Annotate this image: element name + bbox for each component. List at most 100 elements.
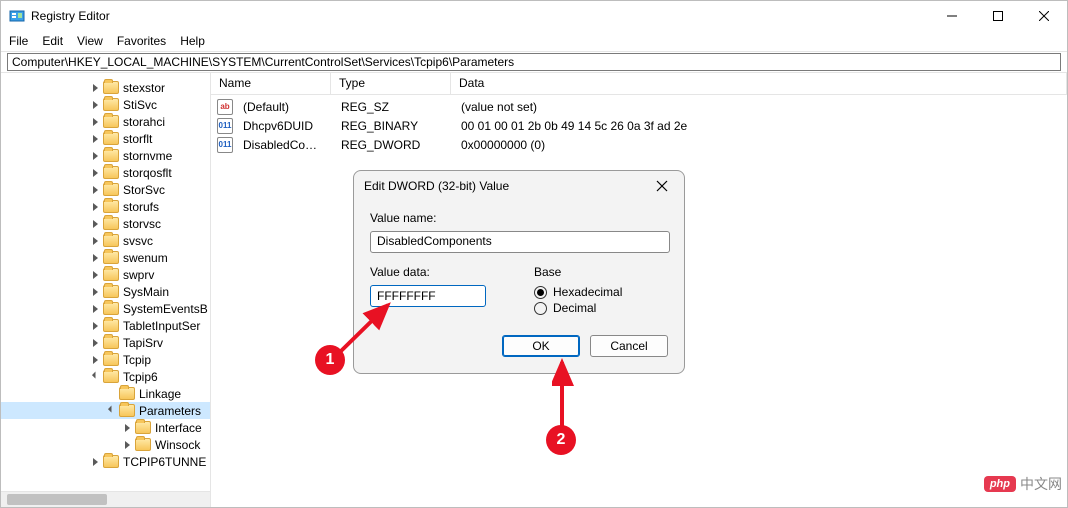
folder-icon [103, 234, 119, 247]
tree-expand-icon[interactable] [89, 167, 101, 179]
tree-item[interactable]: storahci [1, 113, 210, 130]
col-header-type[interactable]: Type [331, 73, 451, 94]
tree-expand-icon[interactable] [89, 116, 101, 128]
tree-expand-icon[interactable] [89, 269, 101, 281]
address-bar: Computer\HKEY_LOCAL_MACHINE\SYSTEM\Curre… [1, 51, 1067, 73]
tree-expand-icon[interactable] [121, 422, 133, 434]
tree-item-label: StorSvc [123, 183, 165, 197]
tree-panel[interactable]: stexstorStiSvcstorahcistorfltstornvmesto… [1, 73, 211, 507]
ok-button[interactable]: OK [502, 335, 580, 357]
close-button[interactable] [1021, 1, 1067, 31]
radio-dec[interactable] [534, 302, 547, 315]
cell-type: REG_BINARY [333, 119, 453, 133]
tree-expand-icon[interactable] [89, 286, 101, 298]
tree-expand-icon[interactable] [121, 439, 133, 451]
tree-expand-icon[interactable] [89, 201, 101, 213]
value-name-label: Value name: [370, 211, 668, 225]
tree-item-label: stexstor [123, 81, 165, 95]
tree-item-label: storahci [123, 115, 165, 129]
dialog-titlebar: Edit DWORD (32-bit) Value [354, 171, 684, 201]
tree-item[interactable]: Winsock [1, 436, 210, 453]
tree-item[interactable]: stexstor [1, 79, 210, 96]
tree-expand-icon[interactable] [89, 303, 101, 315]
tree-horizontal-scrollbar[interactable] [1, 491, 210, 507]
radio-dec-label: Decimal [553, 301, 596, 315]
tree-expand-icon[interactable] [89, 150, 101, 162]
tree-item[interactable]: swenum [1, 249, 210, 266]
value-data-input[interactable] [370, 285, 486, 307]
menu-view[interactable]: View [77, 34, 103, 48]
col-header-name[interactable]: Name [211, 73, 331, 94]
tree-item[interactable]: storflt [1, 130, 210, 147]
tree-expand-icon[interactable] [89, 354, 101, 366]
menu-help[interactable]: Help [180, 34, 205, 48]
tree-expand-icon[interactable] [89, 99, 101, 111]
tree-item[interactable]: TapiSrv [1, 334, 210, 351]
value-row[interactable]: ab(Default)REG_SZ(value not set) [211, 97, 1067, 116]
folder-icon [103, 98, 119, 111]
menu-edit[interactable]: Edit [42, 34, 63, 48]
value-row[interactable]: 011Dhcpv6DUIDREG_BINARY00 01 00 01 2b 0b… [211, 116, 1067, 135]
watermark: php 中文网 [984, 474, 1062, 494]
tree-item-label: storflt [123, 132, 152, 146]
value-row[interactable]: 011DisabledCompo...REG_DWORD0x00000000 (… [211, 135, 1067, 154]
tree-expand-icon[interactable] [89, 456, 101, 468]
minimize-button[interactable] [929, 1, 975, 31]
cell-type: REG_SZ [333, 100, 453, 114]
tree-item[interactable]: Tcpip6 [1, 368, 210, 385]
radio-hex[interactable] [534, 286, 547, 299]
tree-expand-icon[interactable] [89, 133, 101, 145]
tree-item[interactable]: svsvc [1, 232, 210, 249]
menu-favorites[interactable]: Favorites [117, 34, 166, 48]
tree-item[interactable]: TabletInputSer [1, 317, 210, 334]
tree-expand-icon[interactable] [89, 235, 101, 247]
radio-dec-row[interactable]: Decimal [534, 301, 668, 315]
list-header: Name Type Data [211, 73, 1067, 95]
annotation-badge-2: 2 [546, 425, 576, 455]
tree-expand-icon[interactable] [89, 320, 101, 332]
tree-expand-icon[interactable] [89, 218, 101, 230]
maximize-button[interactable] [975, 1, 1021, 31]
folder-icon [119, 404, 135, 417]
tree-expand-icon[interactable] [89, 82, 101, 94]
tree-item[interactable]: Linkage [1, 385, 210, 402]
tree-expand-icon[interactable] [105, 405, 117, 417]
tree-item-label: Parameters [139, 404, 201, 418]
tree-item[interactable]: storvsc [1, 215, 210, 232]
folder-icon [103, 336, 119, 349]
cell-name: Dhcpv6DUID [235, 119, 333, 133]
col-header-data[interactable]: Data [451, 73, 1067, 94]
tree-item[interactable]: Tcpip [1, 351, 210, 368]
scrollbar-thumb[interactable] [7, 494, 107, 505]
tree-item-label: TapiSrv [123, 336, 163, 350]
tree-item[interactable]: TCPIP6TUNNE [1, 453, 210, 470]
tree-item[interactable]: storufs [1, 198, 210, 215]
tree-item[interactable]: Interface [1, 419, 210, 436]
address-input[interactable]: Computer\HKEY_LOCAL_MACHINE\SYSTEM\Curre… [7, 53, 1061, 71]
tree-item[interactable]: swprv [1, 266, 210, 283]
tree-expand-icon[interactable] [89, 371, 101, 383]
tree-item[interactable]: SysMain [1, 283, 210, 300]
tree-item[interactable]: stornvme [1, 147, 210, 164]
tree-expand-icon[interactable] [89, 184, 101, 196]
folder-icon [103, 149, 119, 162]
annotation-badge-1: 1 [315, 345, 345, 375]
tree-item[interactable]: Parameters [1, 402, 210, 419]
radio-hex-row[interactable]: Hexadecimal [534, 285, 668, 299]
cancel-button[interactable]: Cancel [590, 335, 668, 357]
tree-expand-icon[interactable] [89, 337, 101, 349]
tree-item[interactable]: storqosflt [1, 164, 210, 181]
value-name-field[interactable]: DisabledComponents [370, 231, 670, 253]
tree-item-label: svsvc [123, 234, 153, 248]
tree-item-label: Winsock [155, 438, 200, 452]
dialog-close-button[interactable] [650, 174, 674, 198]
folder-icon [135, 421, 151, 434]
tree-item[interactable]: StorSvc [1, 181, 210, 198]
tree-expand-icon[interactable] [89, 252, 101, 264]
folder-icon [103, 268, 119, 281]
tree-item-label: Interface [155, 421, 202, 435]
tree-item[interactable]: SystemEventsB [1, 300, 210, 317]
regedit-icon [9, 8, 25, 24]
menu-file[interactable]: File [9, 34, 28, 48]
tree-item[interactable]: StiSvc [1, 96, 210, 113]
